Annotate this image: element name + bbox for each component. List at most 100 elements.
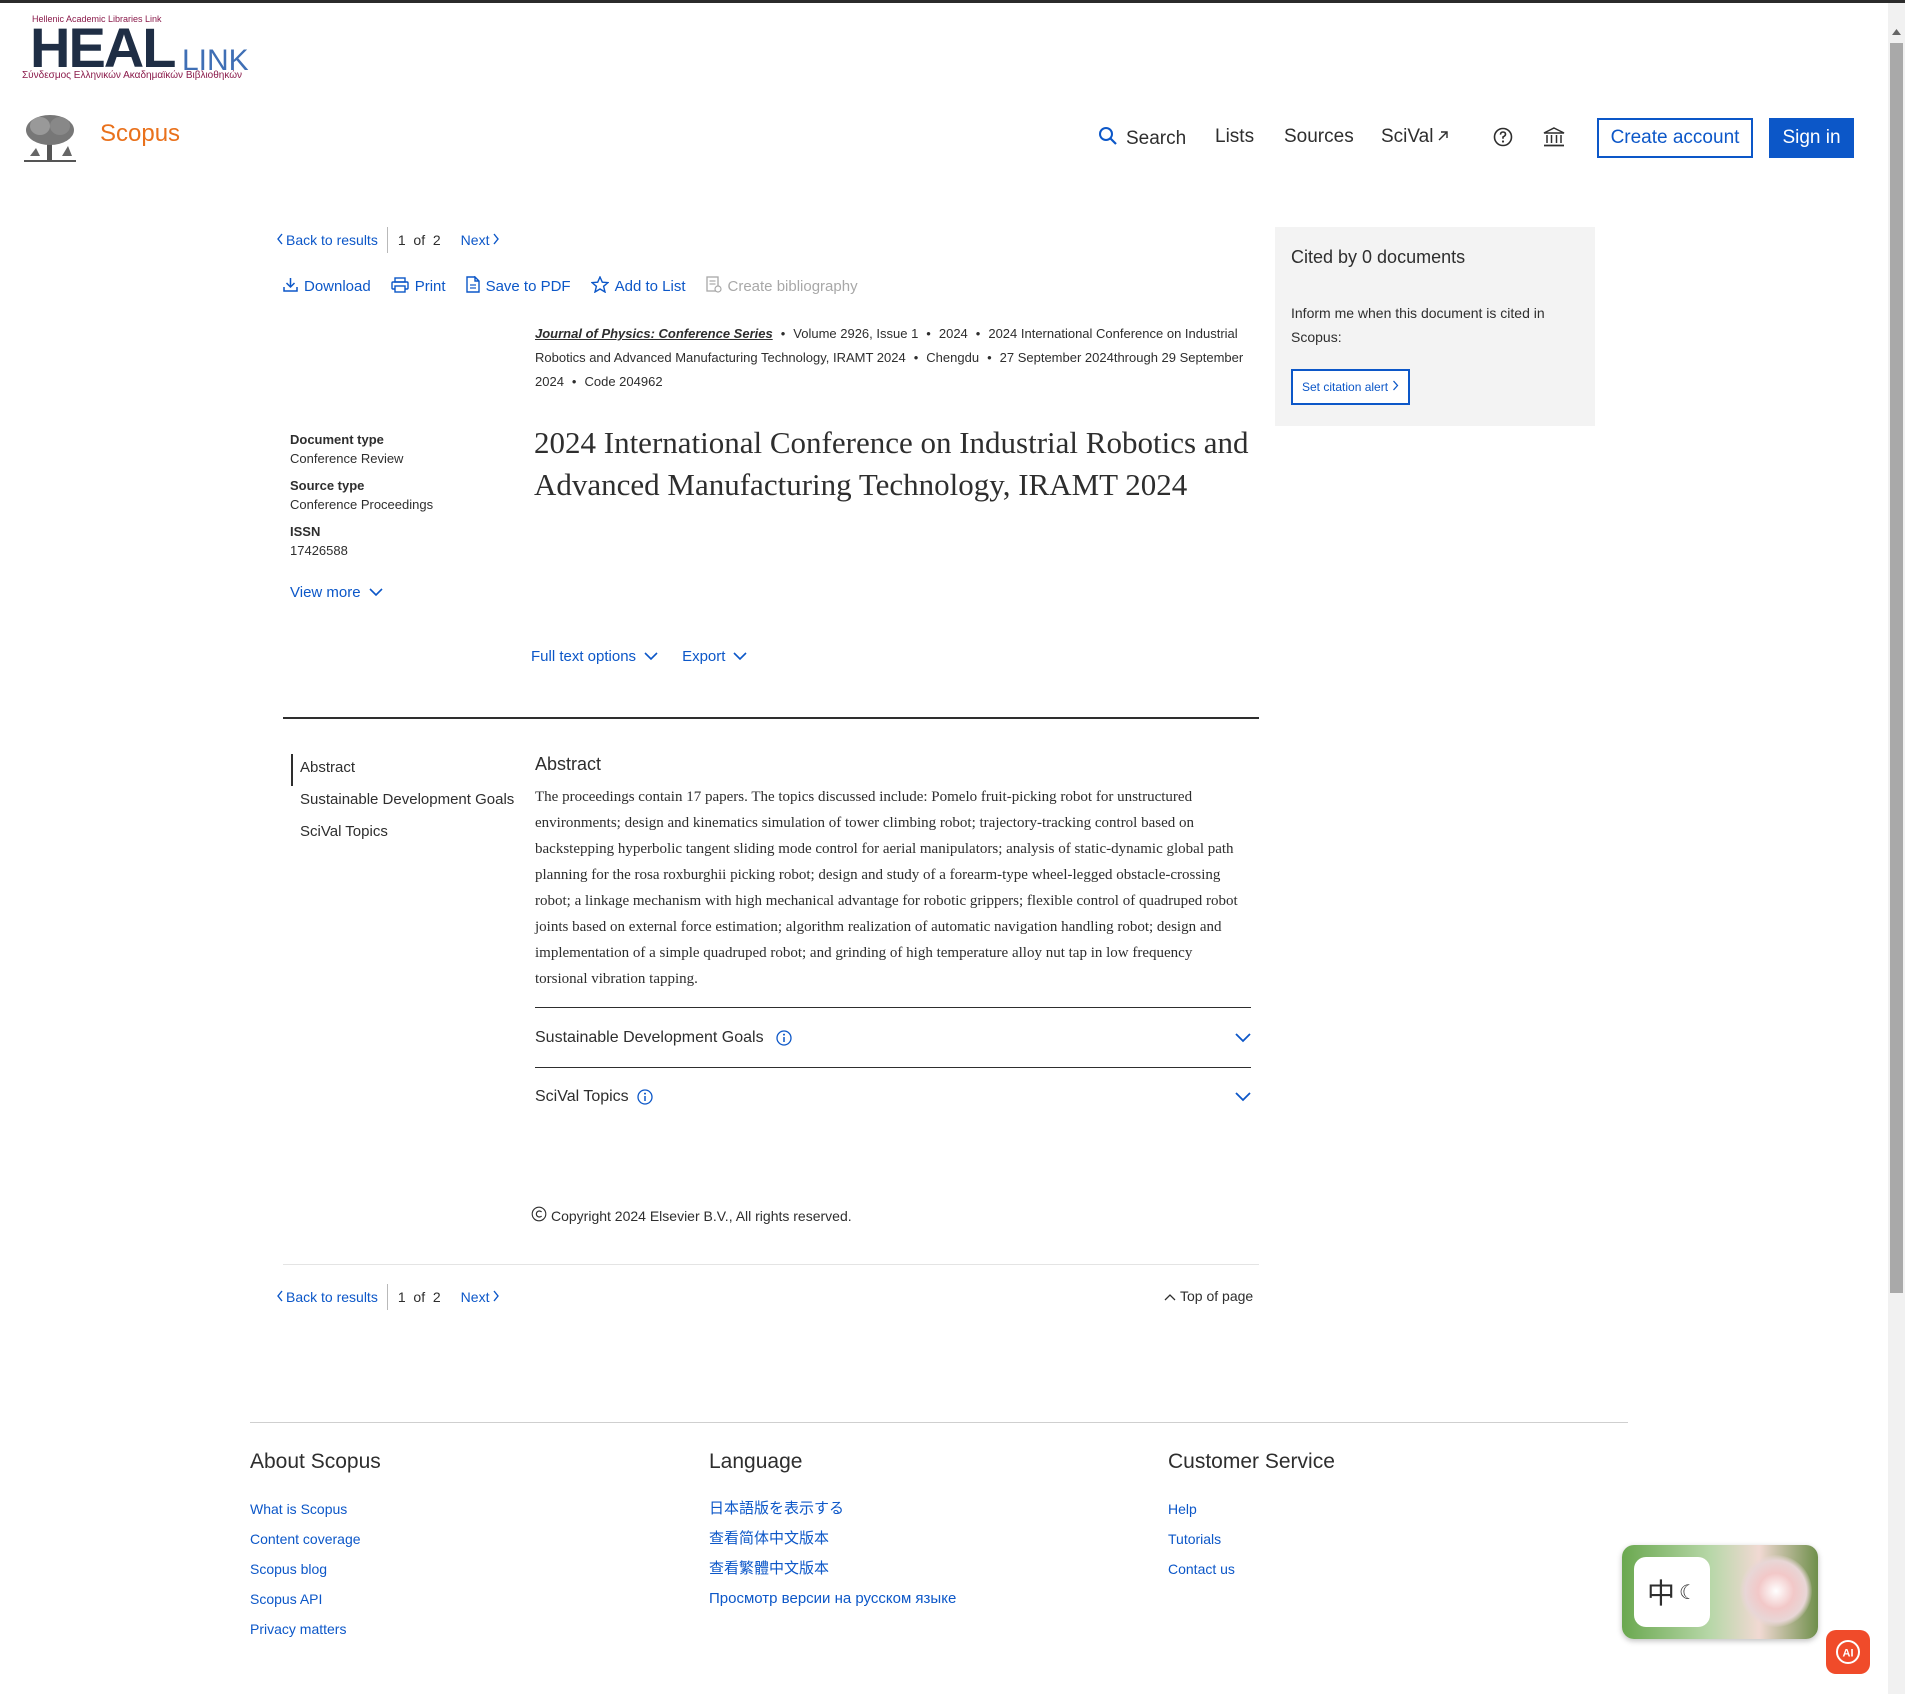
view-more-label: View more [290, 584, 361, 601]
pager-bottom: Back to results 1 of 2 Next [276, 1284, 500, 1310]
cited-by-title: Cited by 0 documents [1291, 247, 1466, 267]
pager-count: 1 of 2 [398, 232, 441, 248]
side-nav-scival-topics[interactable]: SciVal Topics [293, 818, 514, 850]
pager-of: of [413, 232, 426, 248]
next-label: Next [460, 1289, 490, 1305]
scival-topics-accordion-label: SciVal Topics [535, 1088, 629, 1105]
footer-link-scopus-blog[interactable]: Scopus blog [250, 1554, 381, 1584]
dandelion-image [1740, 1555, 1812, 1627]
chevron-left-icon [276, 232, 284, 248]
print-button[interactable]: Print [391, 276, 446, 297]
side-nav-abstract[interactable]: Abstract [291, 754, 514, 786]
scopus-logo[interactable]: Scopus [100, 120, 180, 148]
heal-link-logo[interactable]: Hellenic Academic Libraries Link HEAL LI… [20, 14, 249, 82]
scrollbar-thumb[interactable] [1890, 43, 1903, 1293]
footer-customer-service: Customer Service Help Tutorials Contact … [1168, 1450, 1335, 1584]
download-button[interactable]: Download [283, 277, 371, 296]
source-type-label: Source type [290, 478, 365, 493]
sdg-accordion[interactable]: Sustainable Development Goals [535, 1018, 1251, 1058]
chevron-up-icon [1164, 1288, 1176, 1304]
chevron-down-icon [733, 648, 747, 665]
translate-badge: 中 ☾ [1634, 1557, 1710, 1627]
chevron-right-icon [492, 1289, 500, 1305]
doc-type-value: Conference Review [290, 451, 404, 466]
top-of-page-label: Top of page [1180, 1288, 1254, 1304]
ai-button-label: AI [1843, 1648, 1854, 1660]
save-to-pdf-label: Save to PDF [485, 278, 571, 295]
pager-top: Back to results 1 of 2 Next [276, 227, 500, 253]
nav-search[interactable]: Search [1098, 126, 1186, 152]
create-bibliography-button[interactable]: Create bibliography [705, 276, 858, 297]
download-icon [283, 277, 298, 296]
info-icon[interactable] [637, 1089, 653, 1105]
bibliography-icon [705, 276, 722, 297]
chevron-down-icon [1235, 1033, 1251, 1043]
nav-scival[interactable]: SciVal [1381, 126, 1449, 148]
pager-current: 1 [397, 1289, 406, 1305]
document-toolbar: Download Print Save to PDF Add to List C… [283, 275, 858, 297]
add-to-list-label: Add to List [614, 278, 686, 295]
section-divider [283, 717, 1259, 719]
info-icon[interactable] [775, 1030, 792, 1046]
view-more-button[interactable]: View more [290, 584, 383, 601]
export-dropdown[interactable]: Export [682, 648, 747, 665]
next-link[interactable]: Next [461, 1289, 501, 1305]
translate-widget[interactable]: 中 ☾ [1622, 1545, 1818, 1639]
source-year: 2024 [938, 326, 968, 341]
back-to-results-link[interactable]: Back to results [276, 232, 378, 248]
top-of-page-link[interactable]: Top of page [1164, 1288, 1253, 1304]
footer-link-privacy-matters[interactable]: Privacy matters [250, 1614, 381, 1644]
search-icon [1098, 126, 1118, 152]
back-to-results-link[interactable]: Back to results [276, 1289, 378, 1305]
document-title: 2024 International Conference on Industr… [534, 425, 1249, 502]
chevron-left-icon [276, 1289, 284, 1305]
download-label: Download [304, 278, 371, 295]
set-citation-alert-label: Set citation alert [1302, 380, 1389, 394]
footer-link-traditional-chinese[interactable]: 查看繁體中文版本 [709, 1554, 956, 1584]
pager-total: 2 [432, 232, 441, 248]
footer-link-scopus-api[interactable]: Scopus API [250, 1584, 381, 1614]
cited-by-text: Inform me when this document is cited in… [1291, 305, 1545, 345]
bottom-divider [283, 1264, 1259, 1265]
add-to-list-button[interactable]: Add to List [589, 275, 686, 297]
scival-topics-accordion[interactable]: SciVal Topics [535, 1077, 1251, 1117]
full-text-options-dropdown[interactable]: Full text options [531, 648, 658, 665]
create-account-button[interactable]: Create account [1597, 118, 1753, 158]
footer-link-what-is-scopus[interactable]: What is Scopus [250, 1494, 381, 1524]
heal-logo-word: HEAL [30, 16, 176, 79]
pager-total: 2 [432, 1289, 441, 1305]
pdf-icon [465, 275, 480, 297]
full-text-options-label: Full text options [531, 648, 637, 665]
set-citation-alert-button[interactable]: Set citation alert [1291, 369, 1411, 405]
footer-language: Language 日本語版を表示する 查看简体中文版本 查看繁體中文版本 Про… [709, 1450, 956, 1614]
footer-link-content-coverage[interactable]: Content coverage [250, 1524, 381, 1554]
footer-link-tutorials[interactable]: Tutorials [1168, 1524, 1335, 1554]
scroll-up-arrow[interactable] [1888, 25, 1905, 39]
save-to-pdf-button[interactable]: Save to PDF [465, 275, 571, 297]
pager-of: of [413, 1289, 426, 1305]
footer-link-help[interactable]: Help [1168, 1494, 1335, 1524]
elsevier-tree-logo[interactable] [22, 112, 78, 164]
sign-in-button[interactable]: Sign in [1769, 118, 1854, 158]
journal-link[interactable]: Journal of Physics: Conference Series [535, 326, 773, 341]
source-location: Chengdu [926, 350, 980, 365]
ai-assistant-button[interactable]: AI [1826, 1630, 1870, 1674]
footer-link-contact-us[interactable]: Contact us [1168, 1554, 1335, 1584]
help-icon[interactable] [1493, 127, 1513, 147]
next-link[interactable]: Next [461, 232, 501, 248]
doc-type-label: Document type [290, 432, 384, 447]
issn-value: 17426588 [290, 543, 348, 558]
footer-link-simplified-chinese[interactable]: 查看简体中文版本 [709, 1524, 956, 1554]
copyright-text: Copyright 2024 Elsevier B.V., All rights… [551, 1207, 852, 1224]
vertical-scrollbar[interactable] [1888, 3, 1905, 1694]
section-nav: Abstract Sustainable Development Goals S… [291, 754, 514, 850]
nav-lists[interactable]: Lists [1215, 126, 1254, 148]
nav-sources[interactable]: Sources [1284, 126, 1354, 148]
footer-link-japanese[interactable]: 日本語版を表示する [709, 1494, 956, 1524]
side-nav-sdg[interactable]: Sustainable Development Goals [293, 786, 514, 818]
institution-icon[interactable] [1543, 126, 1565, 148]
moon-icon: ☾ [1679, 1581, 1697, 1604]
document-actions: Full text options Export [531, 648, 747, 665]
footer-link-russian[interactable]: Просмотр версии на русском языке [709, 1584, 956, 1614]
cited-by-panel: Cited by 0 documents Inform me when this… [1275, 227, 1595, 426]
